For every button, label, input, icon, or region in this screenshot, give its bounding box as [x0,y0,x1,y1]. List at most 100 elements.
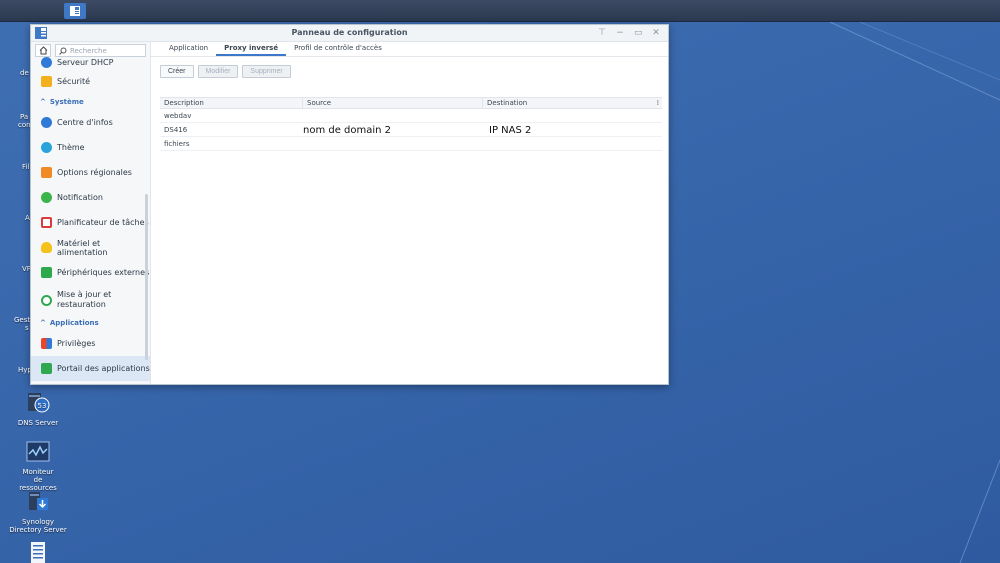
home-icon [39,46,47,55]
cell-source-text: nom de domain 2 [303,125,392,136]
table-row[interactable]: fichiers [160,137,662,151]
sidebar-item-regional-options[interactable]: Options régionales [31,160,150,185]
cell-description: webdav [164,112,192,120]
tab-application[interactable]: Application [161,41,216,56]
sidebar-item-external-devices[interactable]: Périphériques externes [31,260,150,285]
table-row[interactable]: webdav [160,109,662,123]
taskbar [0,0,1000,68]
column-header-source[interactable]: Source [303,98,483,108]
cell-source [303,109,483,122]
portal-icon [41,363,52,374]
document-icon [31,542,45,563]
search-icon [59,47,67,55]
control-panel-icon [35,27,47,39]
column-header-description[interactable]: Description [160,98,303,108]
desktop-label-fragment: con [18,121,31,129]
dhcp-icon [41,56,52,68]
svg-text:53: 53 [38,402,47,410]
window-title: Panneau de configuration [291,28,408,37]
sidebar-item-theme[interactable]: Thème [31,135,150,160]
main-content: Application Proxy inversé Profil de cont… [151,42,668,384]
desktop-label-fragment: s [25,324,29,332]
home-button[interactable] [35,44,51,57]
chat-icon [41,192,52,203]
sidebar-category-applications[interactable]: ^ Applications [31,315,150,331]
column-header-destination[interactable]: Destination ⁞ [483,98,662,108]
chevron-up-icon: ^ [40,319,46,327]
desktop-label-fragment: de [20,69,29,77]
sidebar-item-label: Centre d'infos [57,118,113,127]
cell-destination-text: IP NAS 2 [489,125,532,136]
sidebar-item-label: Options régionales [57,168,132,177]
edit-button[interactable]: Modifier [197,64,239,78]
sidebar: Recherche Serveur DHCP Sécurité ^ Systèm… [31,42,151,384]
sidebar-item-label: Thème [57,143,85,152]
desktop-icon-directory-server[interactable]: Synology Directory Server [6,491,70,534]
sidebar-item-task-scheduler[interactable]: Planificateur de tâches [31,210,150,235]
sidebar-item-label: Portail des applications [57,364,150,373]
checklist-icon [41,217,52,228]
palette-icon [41,142,52,153]
cell-destination [483,137,662,150]
column-menu-icon[interactable]: ⁞ [657,98,659,109]
sidebar-item-hardware-power[interactable]: Matériel et alimentation [31,235,150,260]
sidebar-item-privileges[interactable]: Privilèges [31,331,150,356]
desktop-label-fragment: Fil [22,163,30,171]
sidebar-item-update-restore[interactable]: Mise à jour et restauration [31,285,150,315]
search-input[interactable]: Recherche [55,44,146,57]
desktop-icon-label: DNS Server [17,419,59,427]
usb-icon [41,267,52,278]
control-panel-window: Panneau de configuration ⊤ − ▭ ✕ Recherc… [30,24,669,385]
desktop-label-fragment: Pa [20,113,29,121]
reverse-proxy-table: Description Source Destination ⁞ webdav … [160,97,662,151]
table-row[interactable]: DS416 nom de domain 2 IP NAS 2 [160,123,662,137]
sidebar-item-label: Serveur DHCP [57,57,114,67]
pin-icon[interactable]: ⊤ [598,25,606,41]
sidebar-item-dhcp[interactable]: Serveur DHCP [31,55,150,69]
sidebar-item-label: Matériel et alimentation [57,238,108,257]
tab-reverse-proxy[interactable]: Proxy inversé [216,41,287,56]
cell-destination: IP NAS 2 [483,123,662,136]
sidebar-item-label-line2: restauration [57,300,106,309]
sidebar-category-label: Système [49,98,84,106]
delete-button[interactable]: Supprimer [242,64,291,78]
sidebar-category-label: Applications [49,319,99,327]
sidebar-scrollbar[interactable] [145,194,148,360]
sidebar-item-label: Sécurité [57,77,91,86]
dns-server-icon: 53 [28,393,50,413]
desktop-icon-label: Moniteur de ressources [19,468,57,492]
info-icon [41,117,52,128]
update-icon [41,294,52,306]
sidebar-category-system[interactable]: ^ Système [31,94,150,110]
create-button[interactable]: Créer [160,64,194,78]
tab-access-control-profile[interactable]: Profil de contrôle d'accès [286,41,390,56]
sidebar-item-label: Périphériques externes [57,268,150,277]
desktop-icon-document[interactable] [6,541,70,563]
close-icon[interactable]: ✕ [652,25,660,41]
sidebar-item-label: Planificateur de tâches [57,218,149,227]
chevron-up-icon: ^ [40,98,46,106]
sidebar-top: Recherche [31,43,150,58]
sidebar-item-label: Notification [57,193,103,202]
cell-destination [483,109,662,122]
table-header: Description Source Destination ⁞ [160,97,662,109]
control-panel-taskbar-button[interactable] [64,3,86,19]
window-controls: ⊤ − ▭ ✕ [598,25,660,41]
sidebar-item-application-portal[interactable]: Portail des applications [31,356,150,381]
maximize-icon[interactable]: ▭ [634,25,643,41]
desktop-label-fragment: Gest [14,316,31,324]
window-titlebar[interactable]: Panneau de configuration ⊤ − ▭ ✕ [31,25,668,42]
minimize-icon[interactable]: − [616,25,624,41]
shield-icon [41,76,52,87]
desktop-icon-resource-monitor[interactable]: Moniteur de ressources [6,441,70,492]
toolbar: Créer Modifier Supprimer [151,61,668,81]
desktop-icon-dns-server[interactable]: 53 DNS Server [6,392,70,427]
cell-source: nom de domain 2 [303,123,483,136]
sidebar-item-security[interactable]: Sécurité [31,69,150,94]
cell-description: DS416 [164,126,188,134]
sidebar-item-info-center[interactable]: Centre d'infos [31,110,150,135]
sidebar-item-label: Privilèges [57,339,96,348]
cell-description: fichiers [164,140,190,148]
sidebar-item-notification[interactable]: Notification [31,185,150,210]
bulb-icon [41,242,52,253]
